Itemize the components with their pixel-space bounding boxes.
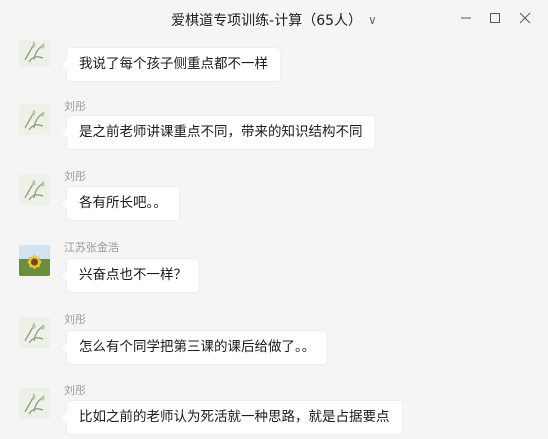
message-bubble[interactable]: 是之前老师讲课重点不同，带来的知识结构不同 (62, 116, 375, 149)
plant-avatar-icon[interactable] (19, 317, 50, 348)
sunflower-avatar-icon[interactable] (19, 245, 50, 276)
sender-name: 刘彤 (64, 384, 86, 397)
plant-avatar-icon[interactable] (19, 40, 50, 67)
sender-name: 江苏张金浩 (64, 241, 119, 254)
sender-name: 刘彤 (64, 100, 86, 113)
message-bubble[interactable]: 我说了每个孩子侧重点都不一样 (62, 48, 280, 81)
window-titlebar: 爱棋道专项训练-计算（65人） ∨ (0, 0, 548, 40)
plant-avatar-icon[interactable] (19, 388, 50, 419)
maximize-icon[interactable] (484, 9, 506, 27)
message-bubble[interactable]: 怎么有个同学把第三课的课后给做了。。 (61, 331, 328, 364)
chat-message-list[interactable]: 我说了每个孩子侧重点都不一样 刘彤 是之前老师讲课重点不同，带来的知识结构不同 … (0, 40, 548, 439)
sender-name: 刘彤 (64, 170, 86, 183)
close-icon[interactable] (514, 9, 536, 27)
chat-title-text: 爱棋道专项训练-计算（65人） (171, 13, 363, 29)
message-bubble[interactable]: 比如之前的老师认为死活就一种思路，就是占据要点 (62, 401, 402, 434)
message-bubble[interactable]: 兴奋点也不一样？ (62, 259, 199, 292)
sender-name: 刘彤 (64, 313, 86, 326)
plant-avatar-icon[interactable] (19, 174, 50, 205)
minimize-icon[interactable] (455, 9, 477, 27)
message-bubble[interactable]: 各有所长吧。。 (62, 187, 179, 220)
plant-avatar-icon[interactable] (19, 104, 50, 135)
chevron-down-icon[interactable]: ∨ (368, 13, 377, 27)
